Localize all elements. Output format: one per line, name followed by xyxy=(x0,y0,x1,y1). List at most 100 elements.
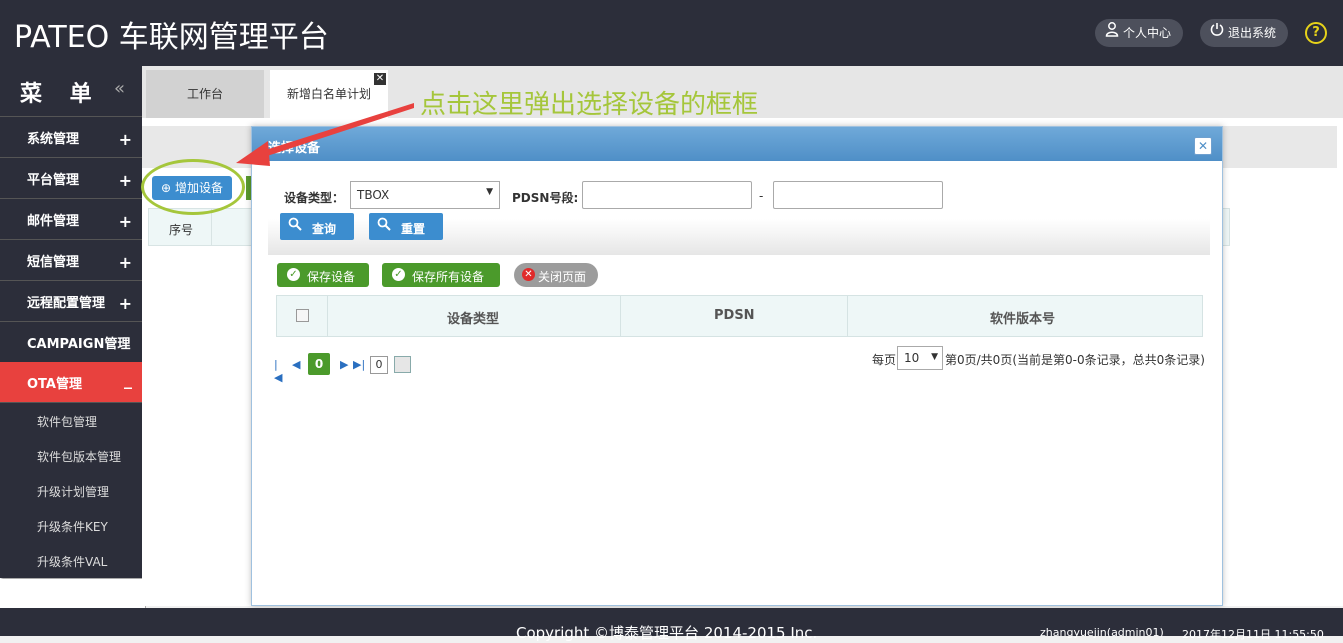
range-separator: - xyxy=(759,189,764,203)
sidebar-subitem-upgrade-plan[interactable]: 升级计划管理 xyxy=(0,473,142,508)
prev-page-icon[interactable]: ◀ xyxy=(292,358,300,371)
sidebar-item-remote-config[interactable]: 远程配置管理 + xyxy=(0,281,142,322)
profile-label: 个人中心 xyxy=(1123,26,1172,40)
select-device-dialog: 选择设备 ✕ 设备类型： TBOX ▼ PDSN号段: - 查询 重置 ✓ 保存… xyxy=(251,126,1223,606)
first-page-icon[interactable]: |◀ xyxy=(274,358,282,384)
column-index: 序号 xyxy=(169,223,194,237)
sidebar-item-label: 邮件管理 xyxy=(27,214,80,229)
check-icon: ✓ xyxy=(392,268,405,281)
close-page-label: 关闭页面 xyxy=(538,270,587,284)
sidebar-subitem-package-version[interactable]: 软件包版本管理 xyxy=(0,438,142,473)
save-device-button[interactable]: ✓ 保存设备 xyxy=(277,263,369,287)
sidebar-item-label: CAMPAIGN管理 xyxy=(27,337,131,352)
plus-icon: + xyxy=(118,253,132,272)
pdsn-start-input[interactable] xyxy=(582,181,752,209)
column-pdsn: PDSN xyxy=(714,308,755,323)
chevron-down-icon: ▼ xyxy=(931,352,938,362)
pdsn-label: PDSN号段: xyxy=(512,191,579,205)
subitem-label: 升级条件KEY xyxy=(37,520,108,534)
page-info: 第0页/共0页(当前是第0-0条记录，总共0条记录) xyxy=(945,353,1205,367)
sidebar-item-sms[interactable]: 短信管理 + xyxy=(0,240,142,281)
pdsn-end-input[interactable] xyxy=(773,181,943,209)
current-time: 2017年12月11日 11:55:50 xyxy=(1182,628,1324,641)
minus-icon: _ xyxy=(124,370,132,389)
per-page-value: 10 xyxy=(904,351,920,365)
reset-button[interactable]: 重置 xyxy=(369,213,443,240)
select-all-checkbox[interactable] xyxy=(296,309,309,322)
sidebar-item-label: 远程配置管理 xyxy=(27,296,106,311)
tab-close-icon[interactable]: ✕ xyxy=(374,73,386,85)
sidebar-item-label: 系统管理 xyxy=(27,132,80,147)
logout-button[interactable]: 退出系统 xyxy=(1200,19,1289,47)
sidebar-item-label: 平台管理 xyxy=(27,173,80,188)
sidebar-item-mail[interactable]: 邮件管理 + xyxy=(0,199,142,240)
plus-icon: + xyxy=(118,294,132,313)
copyright-text: Copyright ©博泰管理平台 2014-2015 Inc. xyxy=(516,624,818,642)
highlight-circle xyxy=(141,159,245,215)
save-all-devices-button[interactable]: ✓ 保存所有设备 xyxy=(382,263,500,287)
profile-button[interactable]: 个人中心 xyxy=(1095,19,1184,47)
column-device-type: 设备类型 xyxy=(447,312,500,327)
sidebar-item-label: OTA管理 xyxy=(27,377,82,392)
plus-icon: + xyxy=(118,171,132,190)
search-form: 设备类型： TBOX ▼ PDSN号段: - 查询 重置 xyxy=(268,165,1210,255)
subitem-label: 升级白名单管理 xyxy=(42,591,127,605)
close-page-button[interactable]: ✕ 关闭页面 xyxy=(514,263,598,287)
user-icon xyxy=(1105,19,1119,47)
device-type-select[interactable]: TBOX ▼ xyxy=(350,181,500,209)
column-divider xyxy=(620,296,621,336)
search-icon xyxy=(288,217,302,235)
per-page-select[interactable]: 10 ▼ xyxy=(897,346,943,370)
search-icon xyxy=(377,217,391,235)
subitem-label: 软件包管理 xyxy=(37,415,98,429)
last-page-icon[interactable]: ▶| xyxy=(353,358,365,371)
check-icon: ✓ xyxy=(287,268,300,281)
sidebar-item-platform[interactable]: 平台管理 + xyxy=(0,158,142,199)
dialog-title: 选择设备 xyxy=(268,141,321,156)
device-type-label: 设备类型： xyxy=(284,191,345,205)
footer: Copyright ©博泰管理平台 2014-2015 Inc. zhangyu… xyxy=(0,608,1343,642)
logout-label: 退出系统 xyxy=(1228,26,1277,40)
annotation-text: 点击这里弹出选择设备的框框 xyxy=(420,90,759,120)
column-software-version: 软件版本号 xyxy=(990,312,1056,327)
reset-label: 重置 xyxy=(401,222,426,236)
plus-icon: + xyxy=(118,212,132,231)
query-label: 查询 xyxy=(312,222,337,236)
column-divider xyxy=(211,209,212,245)
go-page-icon[interactable] xyxy=(394,356,411,373)
collapse-icon[interactable]: « xyxy=(114,78,125,99)
subitem-label: 升级计划管理 xyxy=(37,485,110,499)
subitem-label: 升级条件VAL xyxy=(37,555,108,569)
app-title: PATEO 车联网管理平台 xyxy=(14,20,329,55)
sidebar-item-campaign[interactable]: CAMPAIGN管理 xyxy=(0,322,142,363)
sidebar-subitem-condition-val[interactable]: 升级条件VAL xyxy=(0,543,142,578)
close-circle-icon: ✕ xyxy=(522,268,535,281)
close-icon[interactable]: ✕ xyxy=(1194,137,1212,155)
sidebar: 菜 单 « 系统管理 + 平台管理 + 邮件管理 + 短信管理 + 远程配置管理… xyxy=(0,66,146,615)
sidebar-item-ota[interactable]: OTA管理 _ xyxy=(0,362,142,403)
dialog-titlebar: 选择设备 ✕ xyxy=(252,127,1222,161)
column-divider xyxy=(847,296,848,336)
sidebar-subitem-package[interactable]: 软件包管理 xyxy=(0,403,142,438)
top-header: PATEO 车联网管理平台 个人中心 退出系统 ? xyxy=(0,0,1343,66)
device-type-value: TBOX xyxy=(357,188,390,202)
tab-new-whitelist-plan[interactable]: 新增白名单计划 xyxy=(270,70,388,118)
save-all-label: 保存所有设备 xyxy=(412,270,485,284)
tab-workbench[interactable]: 工作台 xyxy=(146,70,264,118)
help-icon[interactable]: ? xyxy=(1305,22,1327,44)
column-divider xyxy=(327,296,328,336)
plus-icon: + xyxy=(118,130,132,149)
menu-title: 菜 单 xyxy=(20,82,102,107)
current-page: 0 xyxy=(308,353,330,375)
subitem-label: 软件包版本管理 xyxy=(37,450,122,464)
chevron-down-icon: ▼ xyxy=(486,187,493,197)
power-icon xyxy=(1210,19,1224,47)
query-button[interactable]: 查询 xyxy=(280,213,354,240)
device-table-header: 设备类型 PDSN 软件版本号 xyxy=(276,295,1203,337)
sidebar-item-label: 短信管理 xyxy=(27,255,80,270)
next-page-icon[interactable]: ▶ xyxy=(340,358,348,371)
sidebar-subitem-condition-key[interactable]: 升级条件KEY xyxy=(0,508,142,543)
sidebar-item-system[interactable]: 系统管理 + xyxy=(0,117,142,158)
page-jump-input[interactable]: 0 xyxy=(370,356,388,374)
save-device-label: 保存设备 xyxy=(307,270,356,284)
